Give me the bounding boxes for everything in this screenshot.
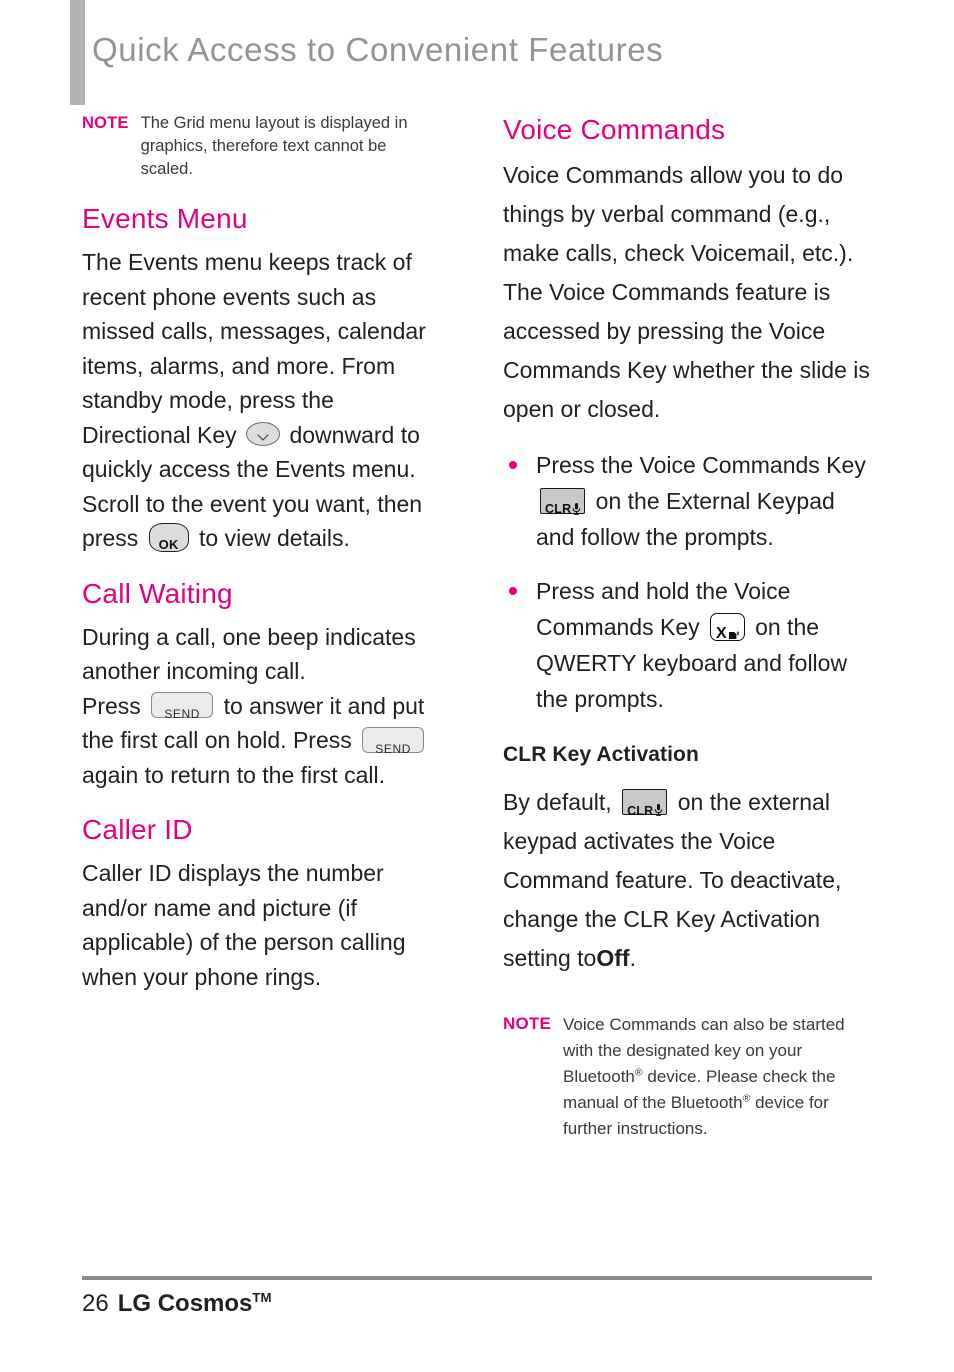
send-key-label: SEND xyxy=(164,707,201,722)
note-text: Voice Commands can also be started with … xyxy=(563,1012,875,1142)
page-title: Quick Access to Convenient Features xyxy=(92,31,664,68)
paragraph-clr-key-activation: By default, CLR on the external keypad a… xyxy=(503,783,875,978)
clr-activation-text-part1: By default, xyxy=(503,789,619,815)
x-key-label: X xyxy=(716,624,727,642)
footer-divider xyxy=(82,1276,872,1280)
events-menu-text-part3: to view details. xyxy=(192,525,350,551)
clr-key-label-2: CLR xyxy=(627,803,654,818)
clr-activation-text-part2: on the external keypad activates the Voi… xyxy=(503,789,842,971)
note-block-bluetooth: NOTE Voice Commands can also be started … xyxy=(503,1012,875,1142)
clr-key-label: CLR xyxy=(545,501,572,516)
left-column: NOTE The Grid menu layout is displayed i… xyxy=(82,112,442,994)
paragraph-events-menu: The Events menu keeps track of recent ph… xyxy=(82,245,442,556)
send-key-label-2: SEND xyxy=(375,741,411,756)
x-voice-command-key-icon: X xyxy=(710,612,745,642)
ok-key-icon: OK xyxy=(148,523,189,553)
note-text: The Grid menu layout is displayed in gra… xyxy=(140,114,408,178)
right-column: Voice Commands Voice Commands allow you … xyxy=(503,112,875,1146)
events-menu-text-part1: The Events menu keeps track of recent ph… xyxy=(82,249,426,448)
heading-clr-key-activation: CLR Key Activation xyxy=(503,743,699,766)
voice-tag-glyph-icon xyxy=(728,616,739,652)
paragraph-call-waiting: During a call, one beep indicates anothe… xyxy=(82,620,442,793)
note-block-grid-menu: NOTE The Grid menu layout is displayed i… xyxy=(82,112,442,181)
note-label: NOTE xyxy=(82,114,129,132)
heading-call-waiting: Call Waiting xyxy=(82,577,233,609)
page-number: 26 xyxy=(82,1290,109,1317)
ok-key-label: OK xyxy=(158,537,179,553)
bullet-1-text-part1: Press the Voice Commands Key xyxy=(536,452,866,478)
directional-down-key-icon xyxy=(246,422,281,447)
brand-name: LG Cosmos xyxy=(117,1290,253,1317)
clr-activation-text-part3: . xyxy=(629,945,636,971)
microphone-icon xyxy=(654,790,663,829)
clr-voice-command-key-icon: CLR xyxy=(540,487,586,516)
heading-voice-commands: Voice Commands xyxy=(503,114,726,145)
call-waiting-text-part1: During a call, one beep indicates anothe… xyxy=(82,623,416,685)
trademark-symbol: TM xyxy=(252,1290,272,1305)
send-key-icon-2: SEND xyxy=(362,726,425,756)
voice-commands-bullet-list: Press the Voice Commands Key CLR on the … xyxy=(503,447,875,717)
call-waiting-text-part4: again to return to the first call. xyxy=(82,761,385,788)
heading-events-menu: Events Menu xyxy=(82,203,248,234)
heading-caller-id: Caller ID xyxy=(82,814,193,845)
microphone-icon xyxy=(572,490,581,526)
paragraph-caller-id: Caller ID displays the number and/or nam… xyxy=(82,860,406,990)
list-item: Press and hold the Voice Commands Key X … xyxy=(503,573,875,717)
registered-mark-1: ® xyxy=(634,1066,643,1079)
note-label: NOTE xyxy=(503,1014,552,1033)
clr-voice-command-key-icon-2: CLR xyxy=(622,788,668,818)
bullet-dot-icon xyxy=(509,461,517,469)
clr-activation-emphasis: Off xyxy=(596,945,630,971)
header-accent-bar xyxy=(70,0,85,105)
bullet-dot-icon xyxy=(509,587,517,595)
footer: 26 LG CosmosTM xyxy=(82,1290,271,1318)
call-waiting-text-part2: Press xyxy=(82,692,148,719)
paragraph-voice-commands-intro: Voice Commands allow you to do things by… xyxy=(503,162,870,422)
list-item: Press the Voice Commands Key CLR on the … xyxy=(503,447,875,555)
send-key-icon-1: SEND xyxy=(151,692,214,722)
